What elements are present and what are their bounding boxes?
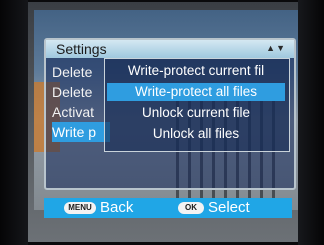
- menu-item-delete-2[interactable]: Delete: [52, 82, 110, 102]
- menu-key-badge[interactable]: MENU: [64, 202, 96, 214]
- bezel-right: [298, 0, 324, 245]
- settings-menu-list: Delete Delete Activat Write p: [52, 62, 110, 142]
- submenu-write-protect-all[interactable]: Write-protect all files: [107, 83, 285, 101]
- back-label[interactable]: Back: [100, 199, 133, 216]
- footer-bar: MENU Back OK Select: [44, 198, 292, 218]
- menu-item-activate[interactable]: Activat: [52, 102, 110, 122]
- page-title: Settings: [56, 41, 107, 57]
- submenu-unlock-current[interactable]: Unlock current file: [107, 104, 285, 122]
- menu-item-write-protect[interactable]: Write p: [52, 122, 110, 142]
- submenu-write-protect-current[interactable]: Write-protect current fil: [107, 62, 285, 80]
- scroll-arrows-icon[interactable]: ▲▼: [266, 43, 286, 53]
- ok-key-badge[interactable]: OK: [178, 202, 204, 214]
- select-label[interactable]: Select: [208, 199, 250, 216]
- write-protect-submenu: Write-protect current fil Write-protect …: [104, 58, 290, 152]
- bezel-left: [0, 0, 28, 245]
- menu-item-delete-1[interactable]: Delete: [52, 62, 110, 82]
- submenu-unlock-all[interactable]: Unlock all files: [107, 125, 285, 143]
- panel-header: Settings ▲▼: [46, 40, 294, 58]
